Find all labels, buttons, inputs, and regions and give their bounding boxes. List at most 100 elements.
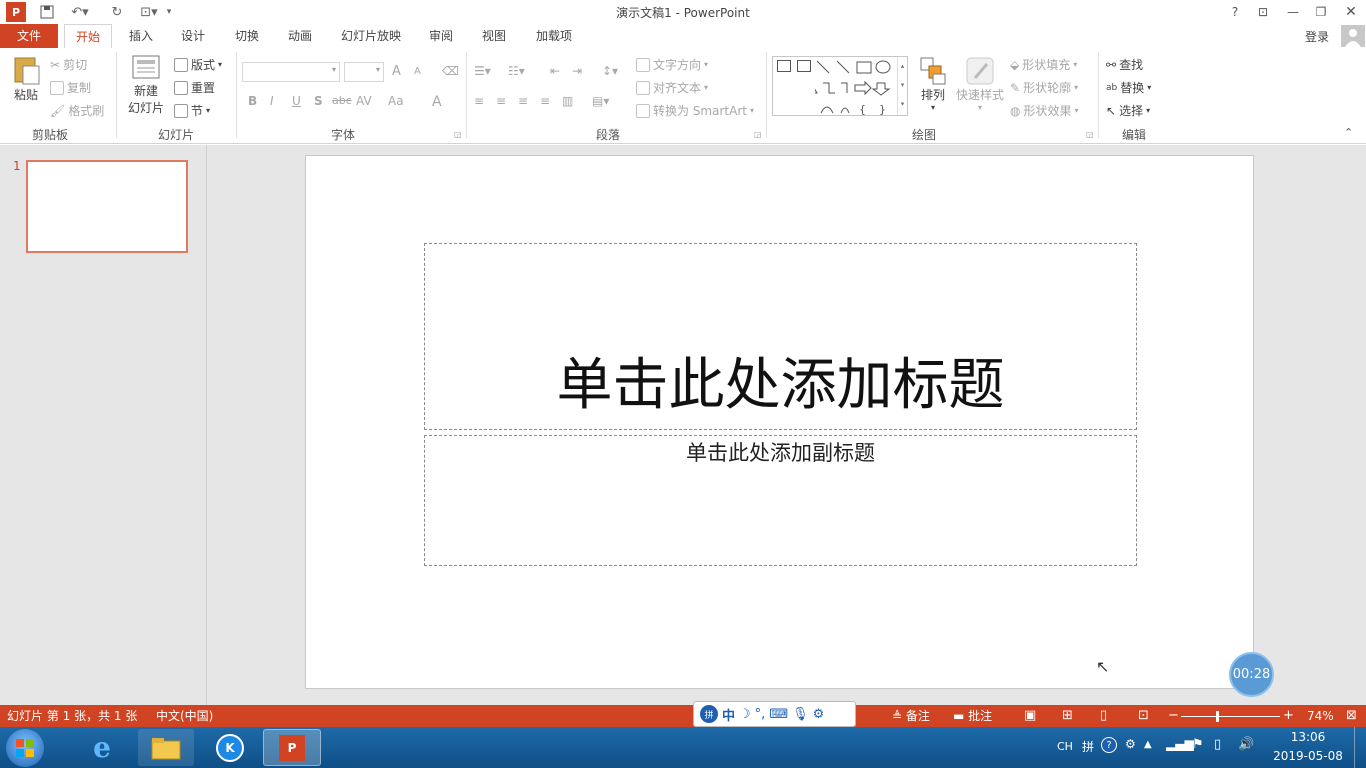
customize-qat-icon[interactable]: ▾	[162, 2, 176, 22]
strikethrough-button[interactable]: abc	[332, 94, 352, 107]
reset-button[interactable]: 重置	[174, 79, 215, 96]
cut-button[interactable]: ✂ 剪切	[50, 56, 87, 73]
columns-icon[interactable]: ▤▾	[592, 94, 609, 108]
present-from-start-icon[interactable]: ⊡▾	[136, 2, 162, 22]
title-placeholder[interactable]: 单击此处添加标题	[424, 243, 1137, 430]
punctuation-icon[interactable]: °,	[755, 707, 766, 722]
align-center-icon[interactable]: ≡	[496, 94, 506, 108]
subtitle-placeholder[interactable]: 单击此处添加副标题	[424, 435, 1137, 566]
zoom-in-icon[interactable]: +	[1283, 705, 1294, 727]
notes-button[interactable]: ≜ 备注	[892, 705, 930, 727]
arrange-button[interactable]: 排列 ▾	[916, 56, 950, 122]
ribbon-display-icon[interactable]: ⊡	[1250, 2, 1276, 22]
zoom-level[interactable]: 74%	[1307, 705, 1334, 727]
quick-styles-button[interactable]: 快速样式 ▾	[954, 56, 1006, 122]
italic-button[interactable]: I	[270, 94, 274, 108]
zoom-out-icon[interactable]: −	[1168, 705, 1179, 727]
section-button[interactable]: 节 ▾	[174, 102, 210, 119]
decrease-indent-icon[interactable]: ⇤	[550, 64, 560, 78]
char-spacing-button[interactable]: AV	[356, 94, 372, 108]
clear-formatting-icon[interactable]: ⌫	[442, 64, 459, 78]
language-status[interactable]: 中文(中国)	[156, 705, 213, 727]
settings-gear-icon[interactable]: ⚙	[813, 707, 825, 722]
tab-animations[interactable]: 动画	[277, 24, 323, 48]
tab-design[interactable]: 设计	[170, 24, 216, 48]
show-desktop-button[interactable]	[1354, 727, 1366, 768]
font-name-select[interactable]: ▾	[242, 62, 340, 82]
action-center-icon[interactable]: ⚑	[1192, 737, 1204, 752]
recording-timer-badge[interactable]: 00:28	[1229, 652, 1274, 697]
sign-in-link[interactable]: 登录	[1305, 28, 1329, 45]
help-tray-icon[interactable]: ?	[1101, 737, 1117, 753]
numbering-icon[interactable]: ☷▾	[508, 64, 525, 78]
slide-canvas[interactable]: 单击此处添加标题 单击此处添加副标题	[305, 155, 1254, 689]
vertical-textbox-shape-icon[interactable]	[797, 60, 811, 72]
microphone-icon[interactable]: 🎙	[792, 707, 809, 722]
convert-smartart-button[interactable]: 转换为 SmartArt ▾	[636, 102, 754, 119]
textbox-shape-icon[interactable]	[777, 60, 791, 72]
undo-icon[interactable]: ↶▾	[66, 2, 94, 22]
font-color-button[interactable]: A	[432, 94, 442, 110]
tab-transitions[interactable]: 切换	[224, 24, 270, 48]
collapse-ribbon-icon[interactable]: ⌃	[1344, 126, 1353, 139]
network-signal-icon[interactable]: ▂▄▆	[1166, 737, 1194, 751]
shadow-button[interactable]: S	[314, 94, 323, 108]
shape-fill-button[interactable]: ⬙ 形状填充 ▾	[1010, 56, 1077, 73]
format-painter-button[interactable]: 🖌 格式刷	[50, 102, 104, 119]
keyboard-icon[interactable]: ⌨	[769, 707, 788, 722]
avatar[interactable]	[1341, 25, 1365, 47]
distributed-icon[interactable]: ▥	[562, 94, 573, 108]
start-button[interactable]	[6, 729, 44, 767]
zoom-slider[interactable]	[1181, 711, 1280, 722]
layout-button[interactable]: 版式 ▾	[174, 56, 222, 73]
k-app-icon[interactable]: K	[202, 729, 258, 766]
text-direction-button[interactable]: 文字方向 ▾	[636, 56, 708, 73]
paste-button[interactable]: 粘贴	[8, 54, 44, 114]
bullets-icon[interactable]: ☰▾	[474, 64, 491, 78]
copy-button[interactable]: 复制	[50, 79, 91, 96]
volume-icon[interactable]: 🔊	[1238, 737, 1254, 752]
bold-button[interactable]: B	[248, 94, 257, 108]
gallery-scroll[interactable]: ▴ ▾ ▾	[897, 57, 907, 115]
powerpoint-taskbar-icon[interactable]: P	[263, 729, 321, 766]
ime-mode[interactable]: 中	[722, 705, 735, 724]
slideshow-view-icon[interactable]: ⊡	[1138, 705, 1149, 727]
grow-font-icon[interactable]: A	[392, 64, 401, 79]
justify-icon[interactable]: ≡	[540, 94, 550, 108]
tab-addins[interactable]: 加载项	[528, 24, 580, 48]
dialog-launcher-icon[interactable]: ◲	[454, 130, 462, 139]
tab-view[interactable]: 视图	[471, 24, 517, 48]
fit-slide-icon[interactable]: ⊠	[1346, 705, 1357, 727]
align-right-icon[interactable]: ≡	[518, 94, 528, 108]
new-slide-button[interactable]: 新建 幻灯片	[122, 54, 170, 120]
powerpoint-logo-icon[interactable]: P	[6, 2, 26, 22]
reading-view-icon[interactable]: ▯	[1100, 705, 1107, 727]
input-language-indicator[interactable]: CH	[1057, 740, 1073, 753]
slide-sorter-icon[interactable]: ⊞	[1062, 705, 1073, 727]
ime-toolbar[interactable]: 拼 中 ☽ °, ⌨ 🎙 ⚙	[693, 701, 856, 727]
dialog-launcher-icon[interactable]: ◲	[754, 130, 762, 139]
redo-icon[interactable]: ↻	[106, 2, 128, 22]
ime-tray-icon[interactable]: 拼	[1082, 738, 1094, 755]
find-button[interactable]: ⚯ 查找	[1106, 56, 1143, 73]
underline-button[interactable]: U	[292, 94, 301, 108]
clock-time[interactable]: 13:06	[1268, 730, 1348, 744]
close-icon[interactable]: ✕	[1338, 2, 1364, 22]
shapes-gallery[interactable]: { } ▴ ▾ ▾	[772, 56, 908, 116]
help-icon[interactable]: ?	[1222, 2, 1248, 22]
align-text-button[interactable]: 对齐文本 ▾	[636, 79, 708, 96]
tab-insert[interactable]: 插入	[118, 24, 164, 48]
save-icon[interactable]	[36, 2, 58, 22]
change-case-button[interactable]: Aa	[388, 94, 404, 108]
moon-icon[interactable]: ☽	[739, 707, 751, 722]
show-hidden-icons-icon[interactable]: ▲	[1144, 739, 1152, 750]
device-icon[interactable]: ▯	[1214, 737, 1221, 752]
shape-effects-button[interactable]: ◍ 形状效果 ▾	[1010, 102, 1079, 119]
tab-file[interactable]: 文件	[0, 24, 58, 48]
ime-logo-icon[interactable]: 拼	[700, 705, 718, 723]
restore-icon[interactable]: ❐	[1308, 2, 1334, 22]
dialog-launcher-icon[interactable]: ◲	[1086, 130, 1094, 139]
select-button[interactable]: ↖ 选择 ▾	[1106, 102, 1150, 119]
tab-review[interactable]: 审阅	[418, 24, 464, 48]
comments-button[interactable]: ▬ 批注	[953, 705, 992, 727]
